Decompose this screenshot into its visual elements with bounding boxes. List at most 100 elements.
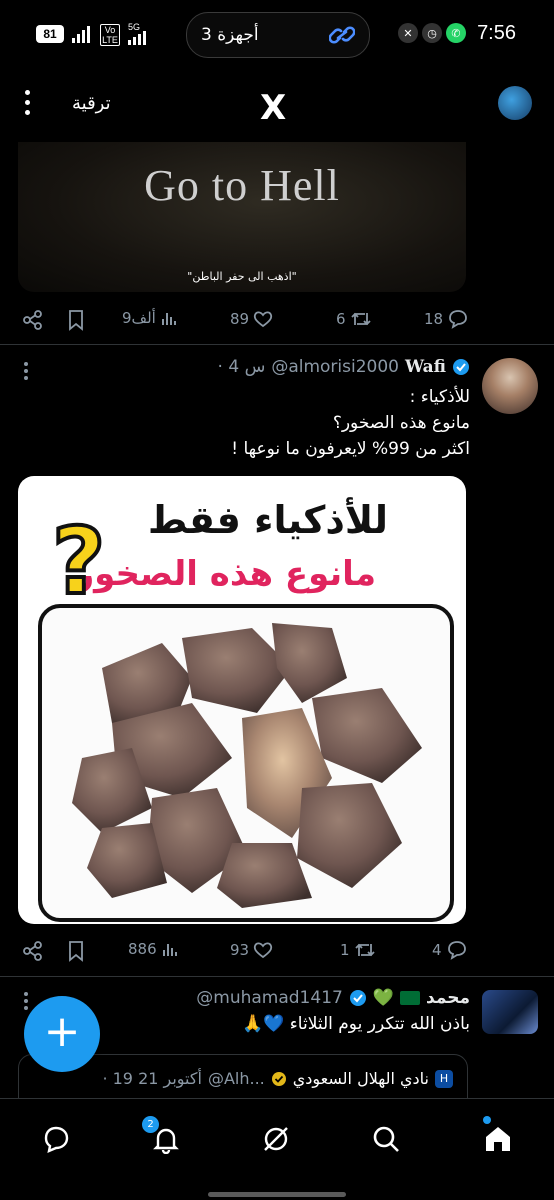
tweet2-more-icon[interactable] — [24, 362, 28, 383]
media-subtitle: "اذهب الى حفر الباطن" — [187, 270, 297, 283]
status-bar: 81 Vo LTE 5G 3 أجهزة ✕ ◷ ✆ 7:56 — [0, 0, 554, 70]
battery-indicator: 81 — [36, 25, 64, 43]
gold-verified-icon — [271, 1071, 286, 1086]
tweet2-handle[interactable]: @almorisi2000 — [271, 357, 399, 377]
repost-button[interactable]: 1 — [340, 940, 376, 960]
views-button[interactable]: 886 — [128, 940, 179, 958]
reposts-count: 1 — [340, 941, 350, 959]
home-new-dot — [483, 1116, 491, 1124]
tweet3-avatar[interactable] — [482, 990, 538, 1034]
tweet2-time: · 4 س — [217, 357, 266, 377]
share-button[interactable] — [22, 309, 44, 331]
verified-icon — [453, 359, 469, 375]
x-logo[interactable]: X — [260, 88, 286, 128]
nav-home[interactable] — [478, 1119, 518, 1159]
reply-button[interactable]: 4 — [432, 940, 468, 960]
views-count: 9ألف — [122, 309, 156, 327]
heart-icon — [253, 942, 273, 959]
top-header: ترقية X — [0, 76, 554, 138]
rocks-image — [72, 623, 422, 908]
whatsapp-icon: ✆ — [446, 23, 466, 43]
tweet2-line3: اكثر من 99% لايعرفون ما نوعها ! — [231, 439, 470, 459]
saudi-flag-icon — [400, 991, 420, 1005]
quoted-tweet-header: · 19 أكتوبر 21 @Alh... نادي الهلال السعو… — [102, 1069, 453, 1088]
nav-messages[interactable] — [36, 1119, 76, 1159]
views-icon — [161, 313, 176, 325]
nav-search[interactable] — [366, 1119, 406, 1159]
media-caption: Go to Hell — [144, 161, 340, 210]
repost-icon — [354, 943, 375, 957]
bookmark-icon — [69, 310, 83, 331]
hilal-logo: H — [435, 1069, 453, 1088]
tweet3-more-icon[interactable] — [24, 992, 28, 1013]
image-frame — [38, 604, 454, 922]
green-heart-icon: 💚 — [372, 988, 394, 1008]
more-menu-icon[interactable] — [22, 90, 34, 120]
image-title-2: مانوع هذه الصخور — [74, 554, 376, 594]
tweet3-body: باذن الله تتكرر يوم الثلاثاء 💙🙏 — [242, 1014, 470, 1034]
profile-avatar[interactable] — [498, 86, 532, 120]
home-icon — [486, 1127, 510, 1151]
share-icon — [23, 310, 42, 330]
likes-count: 93 — [230, 941, 250, 959]
tweet2-line1: للأذكياء : — [409, 387, 470, 407]
clock-app-icon: ◷ — [422, 23, 442, 43]
signal-icon-2 — [128, 31, 146, 45]
bookmark-icon — [69, 941, 83, 962]
tweet2-header: · 4 س @almorisi2000 Wafi — [218, 357, 470, 377]
quote-handle: @Alh... — [207, 1069, 265, 1088]
likes-count: 89 — [230, 310, 250, 328]
tweet1-actions: 9ألف 89 6 18 — [22, 305, 468, 335]
tweet2-body: للأذكياء : مانوع هذه الصخور؟ اكثر من 99%… — [30, 384, 470, 462]
share-button[interactable] — [22, 940, 44, 962]
clock-time: 7:56 — [477, 22, 516, 44]
like-button[interactable]: 89 — [230, 309, 273, 329]
bookmark-button[interactable] — [66, 309, 86, 331]
quote-date: · 19 أكتوبر 21 — [102, 1069, 202, 1088]
question-mark-graphic: ? — [50, 506, 107, 617]
reply-button[interactable]: 18 — [424, 309, 469, 329]
volte-tag: Vo LTE — [100, 24, 120, 46]
repost-button[interactable]: 6 — [336, 309, 372, 329]
heart-icon — [253, 311, 273, 328]
reply-icon — [449, 310, 467, 329]
bottom-navigation — [0, 1098, 554, 1200]
like-button[interactable]: 93 — [230, 940, 273, 960]
tweet2-line2: مانوع هذه الصخور؟ — [332, 413, 470, 433]
home-indicator — [208, 1192, 346, 1197]
devices-pill-label: 3 أجهزة — [201, 25, 259, 45]
chat-icon — [44, 1126, 69, 1154]
upgrade-button[interactable]: ترقية — [72, 93, 111, 114]
compose-button[interactable]: + — [24, 996, 100, 1072]
tweet2-name[interactable]: Wafi — [405, 357, 446, 377]
views-button[interactable]: 9ألف — [122, 309, 178, 327]
reply-icon — [447, 941, 466, 960]
tweet3-name[interactable]: محمد — [426, 988, 470, 1008]
tweet1-media[interactable]: Go to Hell "اذهب الى حفر الباطن" — [18, 142, 466, 292]
nav-grok[interactable] — [256, 1119, 296, 1159]
image-title-1: للأذكياء فقط — [147, 498, 388, 542]
views-icon — [162, 944, 177, 956]
replies-count: 18 — [424, 310, 444, 328]
tweet2-media[interactable]: للأذكياء فقط مانوع هذه الصخور ? — [18, 476, 466, 924]
link-icon — [329, 23, 355, 47]
connected-devices-pill[interactable]: 3 أجهزة — [186, 12, 370, 58]
bookmark-button[interactable] — [66, 940, 86, 962]
search-icon — [373, 1126, 399, 1152]
tweet2-avatar[interactable] — [482, 358, 538, 414]
tweet3-header: @muhamad1417 💚 محمد — [196, 988, 470, 1008]
repost-icon — [350, 312, 371, 326]
tweet2-actions: 886 93 1 4 — [22, 936, 468, 966]
grok-icon — [264, 1127, 288, 1151]
replies-count: 4 — [432, 941, 442, 959]
signal-icon — [72, 26, 90, 43]
views-count: 886 — [128, 940, 157, 958]
tweet3-handle[interactable]: @muhamad1417 — [196, 988, 343, 1008]
quote-name: نادي الهلال السعودي — [292, 1069, 429, 1088]
divider — [0, 976, 554, 977]
share-icon — [23, 941, 42, 961]
reposts-count: 6 — [336, 310, 346, 328]
notifications-badge: 2 — [141, 1115, 160, 1134]
divider — [0, 344, 554, 345]
verified-icon — [349, 990, 366, 1006]
